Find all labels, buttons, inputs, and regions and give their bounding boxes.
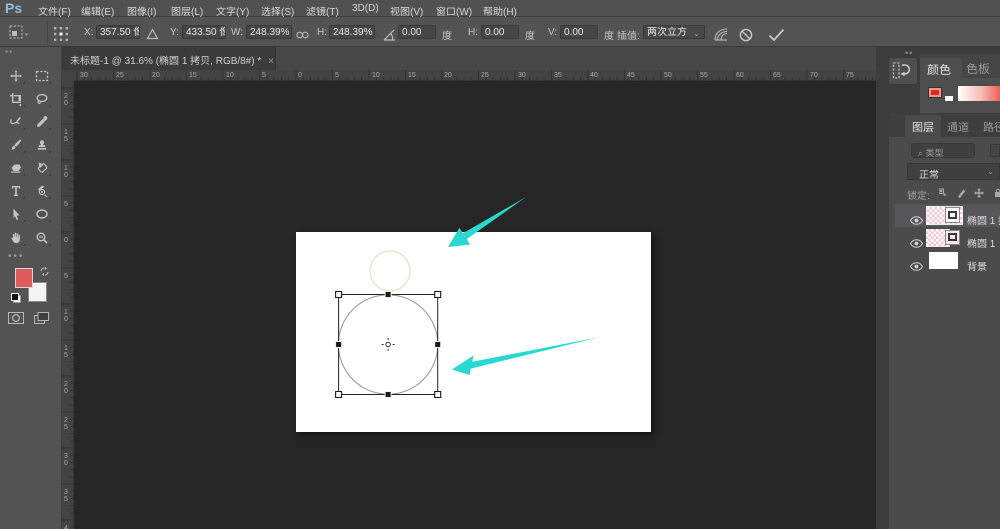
svg-text:1: 1 <box>64 345 68 352</box>
svg-text:50: 50 <box>664 72 672 79</box>
svg-text:0: 0 <box>64 460 68 467</box>
svg-text:2: 2 <box>64 93 68 100</box>
svg-text:0: 0 <box>64 100 68 107</box>
svg-text:1: 1 <box>64 129 68 136</box>
svg-text:60: 60 <box>736 72 744 79</box>
svg-text:65: 65 <box>773 72 781 79</box>
svg-text:3: 3 <box>64 489 68 496</box>
svg-text:5: 5 <box>64 352 68 359</box>
svg-text:0: 0 <box>298 72 302 79</box>
svg-text:2: 2 <box>64 417 68 424</box>
svg-text:20: 20 <box>444 72 452 79</box>
svg-text:15: 15 <box>189 72 197 79</box>
svg-text:1: 1 <box>64 165 68 172</box>
svg-text:5: 5 <box>262 72 266 79</box>
svg-text:5: 5 <box>64 273 68 280</box>
svg-text:0: 0 <box>64 172 68 179</box>
svg-text:4: 4 <box>64 525 68 529</box>
svg-text:5: 5 <box>64 424 68 431</box>
svg-text:0: 0 <box>64 388 68 395</box>
svg-text:5: 5 <box>64 496 68 503</box>
svg-text:70: 70 <box>810 72 818 79</box>
svg-text:25: 25 <box>116 72 124 79</box>
svg-text:30: 30 <box>518 72 526 79</box>
svg-text:5: 5 <box>64 201 68 208</box>
svg-text:1: 1 <box>64 309 68 316</box>
svg-text:30: 30 <box>80 72 88 79</box>
svg-text:75: 75 <box>846 72 854 79</box>
svg-text:10: 10 <box>372 72 380 79</box>
svg-text:5: 5 <box>64 136 68 143</box>
svg-text:15: 15 <box>408 72 416 79</box>
svg-text:3: 3 <box>64 453 68 460</box>
svg-text:0: 0 <box>64 316 68 323</box>
svg-text:5: 5 <box>335 72 339 79</box>
svg-text:2: 2 <box>64 381 68 388</box>
svg-text:35: 35 <box>554 72 562 79</box>
svg-text:55: 55 <box>700 72 708 79</box>
svg-text:20: 20 <box>152 72 160 79</box>
svg-text:45: 45 <box>627 72 635 79</box>
svg-text:40: 40 <box>590 72 598 79</box>
svg-text:25: 25 <box>481 72 489 79</box>
svg-text:10: 10 <box>226 72 234 79</box>
svg-text:0: 0 <box>64 237 68 244</box>
